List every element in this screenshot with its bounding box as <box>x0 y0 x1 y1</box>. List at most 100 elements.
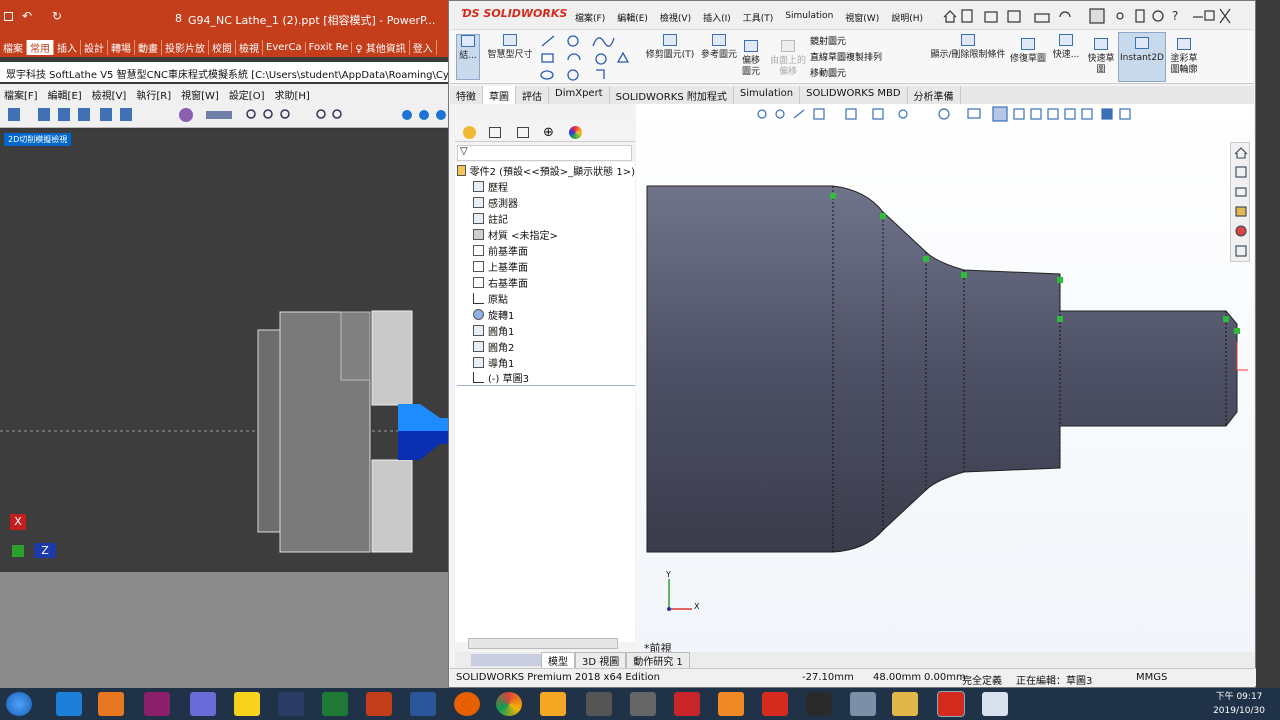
sl-menu-file[interactable]: 檔案[F] <box>4 87 38 102</box>
linear-pattern-button[interactable]: 直線草圖複製排列 <box>810 50 882 66</box>
sw-menu-tools[interactable]: 工具(T) <box>743 11 774 24</box>
tree-item-top-plane[interactable]: 上基準面 <box>457 258 635 274</box>
softlathe-simulation-view[interactable] <box>0 130 450 572</box>
ppt-tab-insert[interactable]: 插入 <box>54 40 81 55</box>
ppt-tab-animations[interactable]: 動畫 <box>135 40 162 55</box>
softlathe-toolbar-icons[interactable] <box>0 102 450 128</box>
sl-menu-window[interactable]: 視窗[W] <box>181 87 219 102</box>
inventor-icon[interactable] <box>718 692 744 716</box>
potplayer-icon[interactable] <box>234 692 260 716</box>
file-explorer-taskbar-icon[interactable] <box>892 692 918 716</box>
configuration-manager-tab-icon[interactable] <box>517 127 529 138</box>
instant2d-button[interactable]: Instant2D <box>1118 32 1166 82</box>
tree-item-part[interactable]: 零件2 (預設<<預設>_顯示狀態 1>) <box>457 162 635 178</box>
display-relations-button[interactable]: 顯示/刪除限制條件 <box>926 34 1010 61</box>
sw-menu-insert[interactable]: 插入(I) <box>703 11 731 24</box>
tree-scrollbar[interactable] <box>468 638 618 649</box>
ppt-tab-evercam[interactable]: EverCa <box>263 42 306 53</box>
tab-model[interactable]: 模型 <box>541 651 575 669</box>
sw-graphics-area[interactable]: Y X *前視 <box>636 104 1254 655</box>
property-manager-tab-icon[interactable] <box>489 127 501 138</box>
ppt-tab-view[interactable]: 檢視 <box>236 40 263 55</box>
winrar-icon[interactable] <box>144 692 170 716</box>
tree-item-sensors[interactable]: 感測器 <box>457 194 635 210</box>
tree-filter[interactable]: ▽ <box>457 145 632 161</box>
powerpoint-icon[interactable] <box>366 692 392 716</box>
sw-menu-view[interactable]: 檢視(V) <box>660 11 691 24</box>
ppt-tab-foxit[interactable]: Foxit Re <box>306 42 353 53</box>
tab-simulation[interactable]: Simulation <box>734 86 801 104</box>
sl-menu-settings[interactable]: 設定[O] <box>229 87 265 102</box>
sw-menu-window[interactable]: 視窗(W) <box>845 11 879 24</box>
tab-evaluate[interactable]: 評估 <box>516 86 549 104</box>
shaded-sketch-button[interactable]: 塗彩草圖輪廓 <box>1168 38 1200 76</box>
unit-system[interactable]: MMGS <box>1136 672 1167 683</box>
tree-item-fillet1[interactable]: 圓角1 <box>457 322 635 338</box>
undo-icon[interactable]: ↶ <box>22 9 32 23</box>
tree-item-material[interactable]: 材質 <未指定> <box>457 226 635 242</box>
offset-on-surface-button[interactable]: 由面上的偏移 <box>770 40 806 78</box>
feature-manager-tab-icon[interactable] <box>463 126 476 139</box>
move-entities-button[interactable]: 移動圖元 <box>810 66 882 82</box>
tab-scroll-arrows[interactable] <box>471 654 541 666</box>
ppt-tab-tellme[interactable]: ♀ 其他資訊 <box>352 40 410 55</box>
sw-menu-help[interactable]: 說明(H) <box>891 11 923 24</box>
app-icon[interactable] <box>190 692 216 716</box>
display-manager-tab-icon[interactable] <box>569 126 582 139</box>
sw-menu-edit[interactable]: 編輯(E) <box>617 11 648 24</box>
repair-sketch-button[interactable]: 修復草圖 <box>1010 38 1046 65</box>
excel-icon[interactable] <box>322 692 348 716</box>
visual-studio-icon[interactable] <box>278 692 304 716</box>
sw-menu-file[interactable]: 檔案(F) <box>575 11 605 24</box>
system-tray[interactable] <box>1040 694 1190 714</box>
tab-mbd[interactable]: SOLIDWORKS MBD <box>800 86 908 104</box>
tree-item-annotations[interactable]: 註記 <box>457 210 635 226</box>
app-x-icon[interactable] <box>806 692 832 716</box>
tree-item-origin[interactable]: 原點 <box>457 290 635 306</box>
tab-motion-study[interactable]: 動作研究 1 <box>626 651 690 669</box>
trim-entities-button[interactable]: 修剪圖元(T) <box>642 34 698 61</box>
media-player-icon[interactable] <box>98 692 124 716</box>
ppt-tab-design[interactable]: 設計 <box>81 40 108 55</box>
chrome-icon[interactable] <box>496 692 522 716</box>
tree-item-revolve1[interactable]: 旋轉1 <box>457 306 635 322</box>
tab-sketch[interactable]: 草圖 <box>483 86 516 104</box>
start-button-icon[interactable] <box>6 692 32 716</box>
ppt-tab-signin[interactable]: 登入 <box>410 40 437 55</box>
sw-quick-access-toolbar[interactable]: ? <box>940 7 1250 25</box>
autocad-icon[interactable] <box>674 692 700 716</box>
offset-entities-button[interactable]: 偏移圖元 <box>738 40 764 78</box>
lathe-app-icon[interactable] <box>630 692 656 716</box>
redo-icon[interactable]: ↻ <box>52 9 62 23</box>
rapid-sketch-button[interactable]: 快速草圖 <box>1084 38 1118 76</box>
firefox-icon[interactable] <box>454 692 480 716</box>
tab-analysis-prep[interactable]: 分析準備 <box>908 86 961 104</box>
ppt-tab-slideshow[interactable]: 投影片放 <box>162 40 209 55</box>
sw-menu-simulation[interactable]: Simulation <box>785 11 833 24</box>
word-icon[interactable] <box>410 692 436 716</box>
ie-icon[interactable] <box>56 692 82 716</box>
pdf-icon[interactable] <box>540 692 566 716</box>
tab-features[interactable]: 特徵 <box>450 86 483 104</box>
tree-item-sketch3[interactable]: (-) 草圖3 <box>457 370 635 386</box>
clock[interactable]: 下午 09:17 2019/10/30 <box>1206 690 1272 718</box>
sl-menu-view[interactable]: 檢視[V] <box>92 87 127 102</box>
ppt-tab-file[interactable]: 檔案 <box>0 40 27 55</box>
sl-menu-edit[interactable]: 編輯[E] <box>48 87 82 102</box>
tree-item-history[interactable]: 歷程 <box>457 178 635 194</box>
ppt-tab-review[interactable]: 校閱 <box>209 40 236 55</box>
ppt-tab-home[interactable]: 常用 <box>27 40 54 55</box>
tab-addins[interactable]: SOLIDWORKS 附加程式 <box>610 86 734 104</box>
tree-item-chamfer1[interactable]: 導角1 <box>457 354 635 370</box>
ppt-tab-transitions[interactable]: 轉場 <box>108 40 135 55</box>
sl-menu-help[interactable]: 求助[H] <box>275 87 310 102</box>
save-icon[interactable] <box>4 12 13 21</box>
paint-icon[interactable] <box>850 692 876 716</box>
sketch-entities-icons[interactable] <box>538 32 633 82</box>
tree-item-right-plane[interactable]: 右基準面 <box>457 274 635 290</box>
solidworks-active-icon[interactable] <box>937 691 965 717</box>
heads-up-view-toolbar[interactable] <box>757 106 1131 122</box>
tree-item-fillet2[interactable]: 圓角2 <box>457 338 635 354</box>
exit-sketch-button[interactable]: 結... <box>456 34 480 80</box>
solidworks-2018-icon[interactable] <box>762 692 788 716</box>
